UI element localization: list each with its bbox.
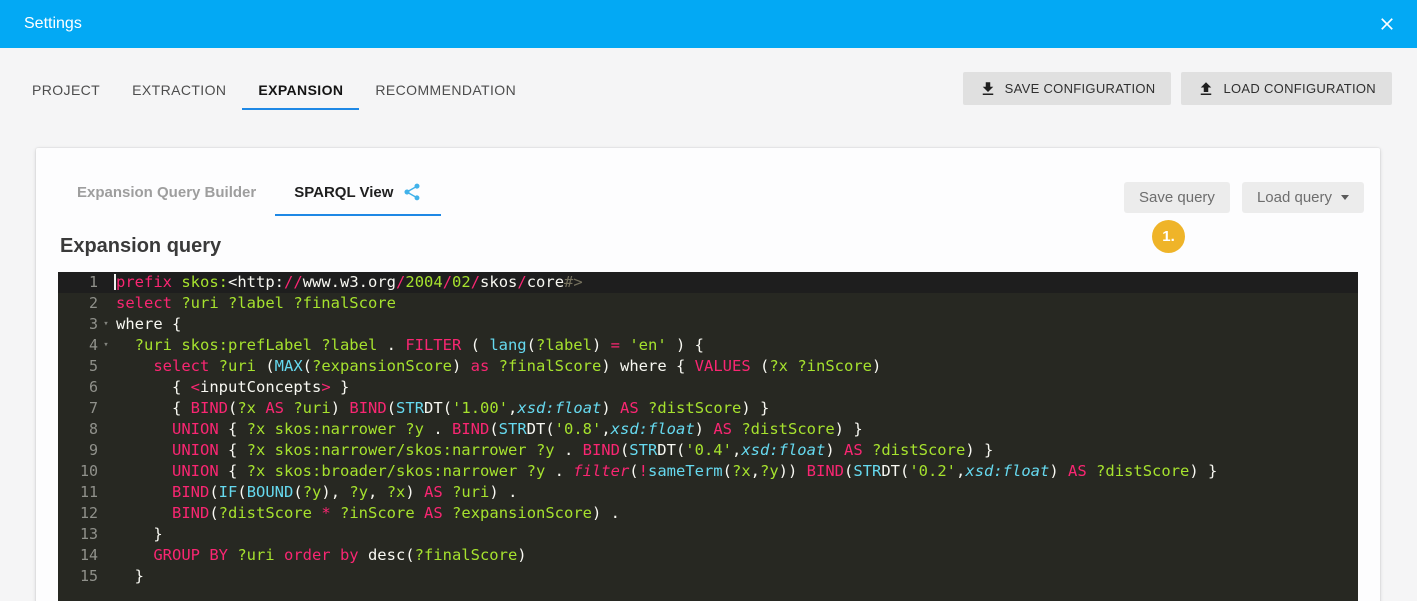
line-number: 13 xyxy=(58,524,98,545)
line-gutter: 12 xyxy=(58,503,116,524)
download-icon xyxy=(979,80,997,98)
tab-label: SPARQL View xyxy=(294,184,393,201)
tab-recommendation[interactable]: RECOMMENDATION xyxy=(359,72,532,110)
code-line-12[interactable]: 12 BIND(?distScore * ?inScore AS ?expans… xyxy=(58,503,1358,524)
code-line-8[interactable]: 8 UNION { ?x skos:narrower ?y . BIND(STR… xyxy=(58,419,1358,440)
load-configuration-button[interactable]: LOAD CONFIGURATION xyxy=(1181,72,1392,105)
close-icon[interactable] xyxy=(1373,10,1401,38)
line-number: 10 xyxy=(58,461,98,482)
line-gutter: 11 xyxy=(58,482,116,503)
line-number: 11 xyxy=(58,482,98,503)
code-line-15[interactable]: 15 } xyxy=(58,566,1358,587)
code-text: GROUP BY ?uri order by desc(?finalScore) xyxy=(116,545,527,566)
tab-expansion-query-builder[interactable]: Expansion Query Builder xyxy=(58,174,275,216)
expansion-settings-card: Expansion Query Builder SPARQL View Save… xyxy=(36,148,1380,601)
dialog-titlebar: Settings xyxy=(0,0,1417,48)
code-text: select ?uri (MAX(?expansionScore) as ?fi… xyxy=(116,356,881,377)
code-text: ?uri skos:prefLabel ?label . FILTER ( la… xyxy=(116,335,704,356)
line-number: 12 xyxy=(58,503,98,524)
line-number: 5 xyxy=(58,356,98,377)
tab-extraction[interactable]: EXTRACTION xyxy=(116,72,242,110)
code-line-9[interactable]: 9 UNION { ?x skos:narrower/skos:narrower… xyxy=(58,440,1358,461)
code-line-5[interactable]: 5 select ?uri (MAX(?expansionScore) as ?… xyxy=(58,356,1358,377)
line-gutter: 6 xyxy=(58,377,116,398)
load-query-label: Load query xyxy=(1257,189,1332,206)
code-line-2[interactable]: 2 select ?uri ?label ?finalScore xyxy=(58,293,1358,314)
line-gutter: 4▾ xyxy=(58,335,116,356)
line-gutter: 10 xyxy=(58,461,116,482)
line-gutter: 3▾ xyxy=(58,314,116,335)
code-line-7[interactable]: 7 { BIND(?x AS ?uri) BIND(STRDT('1.00',x… xyxy=(58,398,1358,419)
line-gutter: 5 xyxy=(58,356,116,377)
code-line-4[interactable]: 4▾ ?uri skos:prefLabel ?label . FILTER (… xyxy=(58,335,1358,356)
code-lines: 1 prefix skos:<http://www.w3.org/2004/02/… xyxy=(58,272,1358,587)
line-number: 3 xyxy=(58,314,98,335)
line-gutter: 1 xyxy=(58,272,116,293)
line-gutter: 8 xyxy=(58,419,116,440)
query-view-tabs: Expansion Query Builder SPARQL View xyxy=(58,174,441,216)
line-gutter: 9 xyxy=(58,440,116,461)
code-line-13[interactable]: 13 } xyxy=(58,524,1358,545)
code-text: } xyxy=(116,566,144,587)
tab-project[interactable]: PROJECT xyxy=(16,72,116,110)
code-text: { BIND(?x AS ?uri) BIND(STRDT('1.00',xsd… xyxy=(116,398,769,419)
code-line-11[interactable]: 11 BIND(IF(BOUND(?y), ?y, ?x) AS ?uri) . xyxy=(58,482,1358,503)
code-text: } xyxy=(116,524,163,545)
tab-expansion[interactable]: EXPANSION xyxy=(242,72,359,110)
main-tabs: PROJECT EXTRACTION EXPANSION RECOMMENDAT… xyxy=(16,72,532,110)
code-text: UNION { ?x skos:narrower/skos:narrower ?… xyxy=(116,440,993,461)
tab-label: Expansion Query Builder xyxy=(77,184,256,201)
save-query-label: Save query xyxy=(1139,189,1215,206)
upload-icon xyxy=(1197,80,1215,98)
line-gutter: 7 xyxy=(58,398,116,419)
save-query-button[interactable]: Save query xyxy=(1124,182,1230,213)
dialog-title: Settings xyxy=(24,15,82,33)
line-gutter: 15 xyxy=(58,566,116,587)
code-text: select ?uri ?label ?finalScore xyxy=(116,293,396,314)
code-text: BIND(IF(BOUND(?y), ?y, ?x) AS ?uri) . xyxy=(116,482,517,503)
line-number: 6 xyxy=(58,377,98,398)
code-text: { <inputConcepts> } xyxy=(116,377,349,398)
code-text: where { xyxy=(116,314,181,335)
line-number: 8 xyxy=(58,419,98,440)
line-gutter: 14 xyxy=(58,545,116,566)
code-line-14[interactable]: 14 GROUP BY ?uri order by desc(?finalSco… xyxy=(58,545,1358,566)
line-number: 7 xyxy=(58,398,98,419)
save-configuration-label: SAVE CONFIGURATION xyxy=(1005,81,1156,96)
code-text: prefix skos:<http://www.w3.org/2004/02/s… xyxy=(116,272,583,293)
line-number: 9 xyxy=(58,440,98,461)
code-text: UNION { ?x skos:broader/skos:narrower ?y… xyxy=(116,461,1217,482)
step-badge: 1. xyxy=(1152,220,1185,253)
line-number: 1 xyxy=(58,272,98,293)
share-icon[interactable] xyxy=(402,182,422,202)
line-number: 2 xyxy=(58,293,98,314)
fold-arrow-icon[interactable]: ▾ xyxy=(98,335,114,356)
code-line-1[interactable]: 1 prefix skos:<http://www.w3.org/2004/02/… xyxy=(58,272,1358,293)
line-gutter: 2 xyxy=(58,293,116,314)
text-cursor xyxy=(114,274,116,290)
tab-sparql-view[interactable]: SPARQL View xyxy=(275,174,441,216)
code-text: BIND(?distScore * ?inScore AS ?expansion… xyxy=(116,503,620,524)
code-line-10[interactable]: 10 UNION { ?x skos:broader/skos:narrower… xyxy=(58,461,1358,482)
fold-arrow-icon[interactable]: ▾ xyxy=(98,314,114,335)
line-number: 15 xyxy=(58,566,98,587)
code-editor[interactable]: 1 prefix skos:<http://www.w3.org/2004/02/… xyxy=(58,272,1358,601)
chevron-down-icon xyxy=(1341,195,1349,200)
load-configuration-label: LOAD CONFIGURATION xyxy=(1223,81,1376,96)
save-configuration-button[interactable]: SAVE CONFIGURATION xyxy=(963,72,1172,105)
code-line-6[interactable]: 6 { <inputConcepts> } xyxy=(58,377,1358,398)
line-number: 14 xyxy=(58,545,98,566)
load-query-button[interactable]: Load query xyxy=(1242,182,1364,213)
line-gutter: 13 xyxy=(58,524,116,545)
line-number: 4 xyxy=(58,335,98,356)
code-text: UNION { ?x skos:narrower ?y . BIND(STRDT… xyxy=(116,419,863,440)
code-line-3[interactable]: 3▾where { xyxy=(58,314,1358,335)
